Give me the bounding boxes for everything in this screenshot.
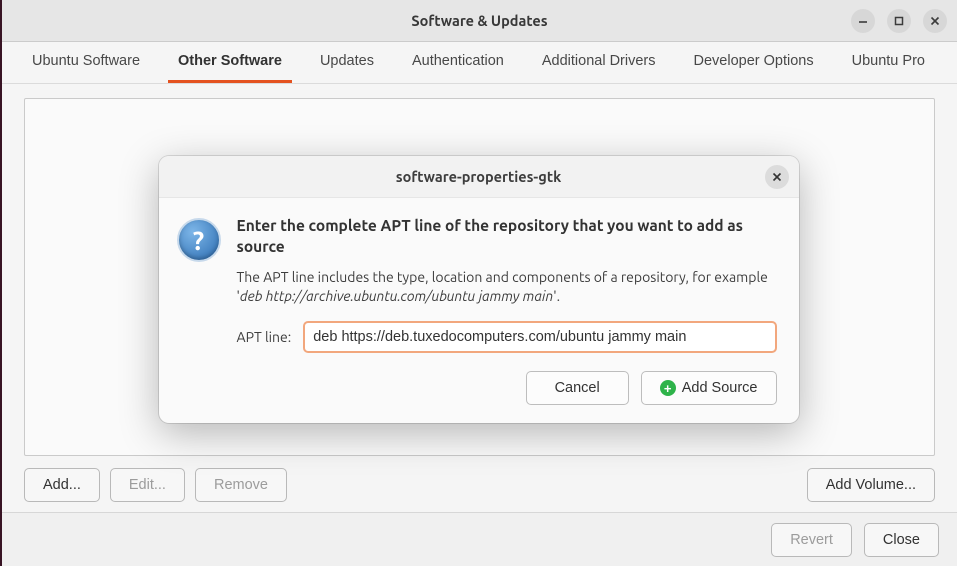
dialog-title: software-properties-gtk <box>396 168 561 185</box>
apt-line-row: APT line: <box>237 321 777 353</box>
apt-line-label: APT line: <box>237 329 292 345</box>
apt-dialog: software-properties-gtk ? Enter the comp… <box>159 156 799 423</box>
dialog-subtext: The APT line includes the type, location… <box>237 268 777 307</box>
modal-overlay: software-properties-gtk ? Enter the comp… <box>0 0 957 566</box>
add-source-label: Add Source <box>682 380 758 396</box>
add-source-button[interactable]: + Add Source <box>641 371 777 405</box>
dialog-sub-post: '. <box>553 288 560 304</box>
cancel-button[interactable]: Cancel <box>526 371 629 405</box>
dialog-header: software-properties-gtk <box>159 156 799 198</box>
dialog-sub-example: deb http://archive.ubuntu.com/ubuntu jam… <box>240 288 553 304</box>
plus-icon: + <box>660 380 676 396</box>
dialog-body: ? Enter the complete APT line of the rep… <box>159 198 799 423</box>
close-icon <box>772 172 782 182</box>
dialog-text: Enter the complete APT line of the repos… <box>237 216 777 405</box>
dialog-heading: Enter the complete APT line of the repos… <box>237 216 777 258</box>
dialog-actions: Cancel + Add Source <box>237 371 777 405</box>
question-icon: ? <box>177 218 221 262</box>
apt-line-input[interactable] <box>303 321 776 353</box>
dialog-close-button[interactable] <box>765 165 789 189</box>
